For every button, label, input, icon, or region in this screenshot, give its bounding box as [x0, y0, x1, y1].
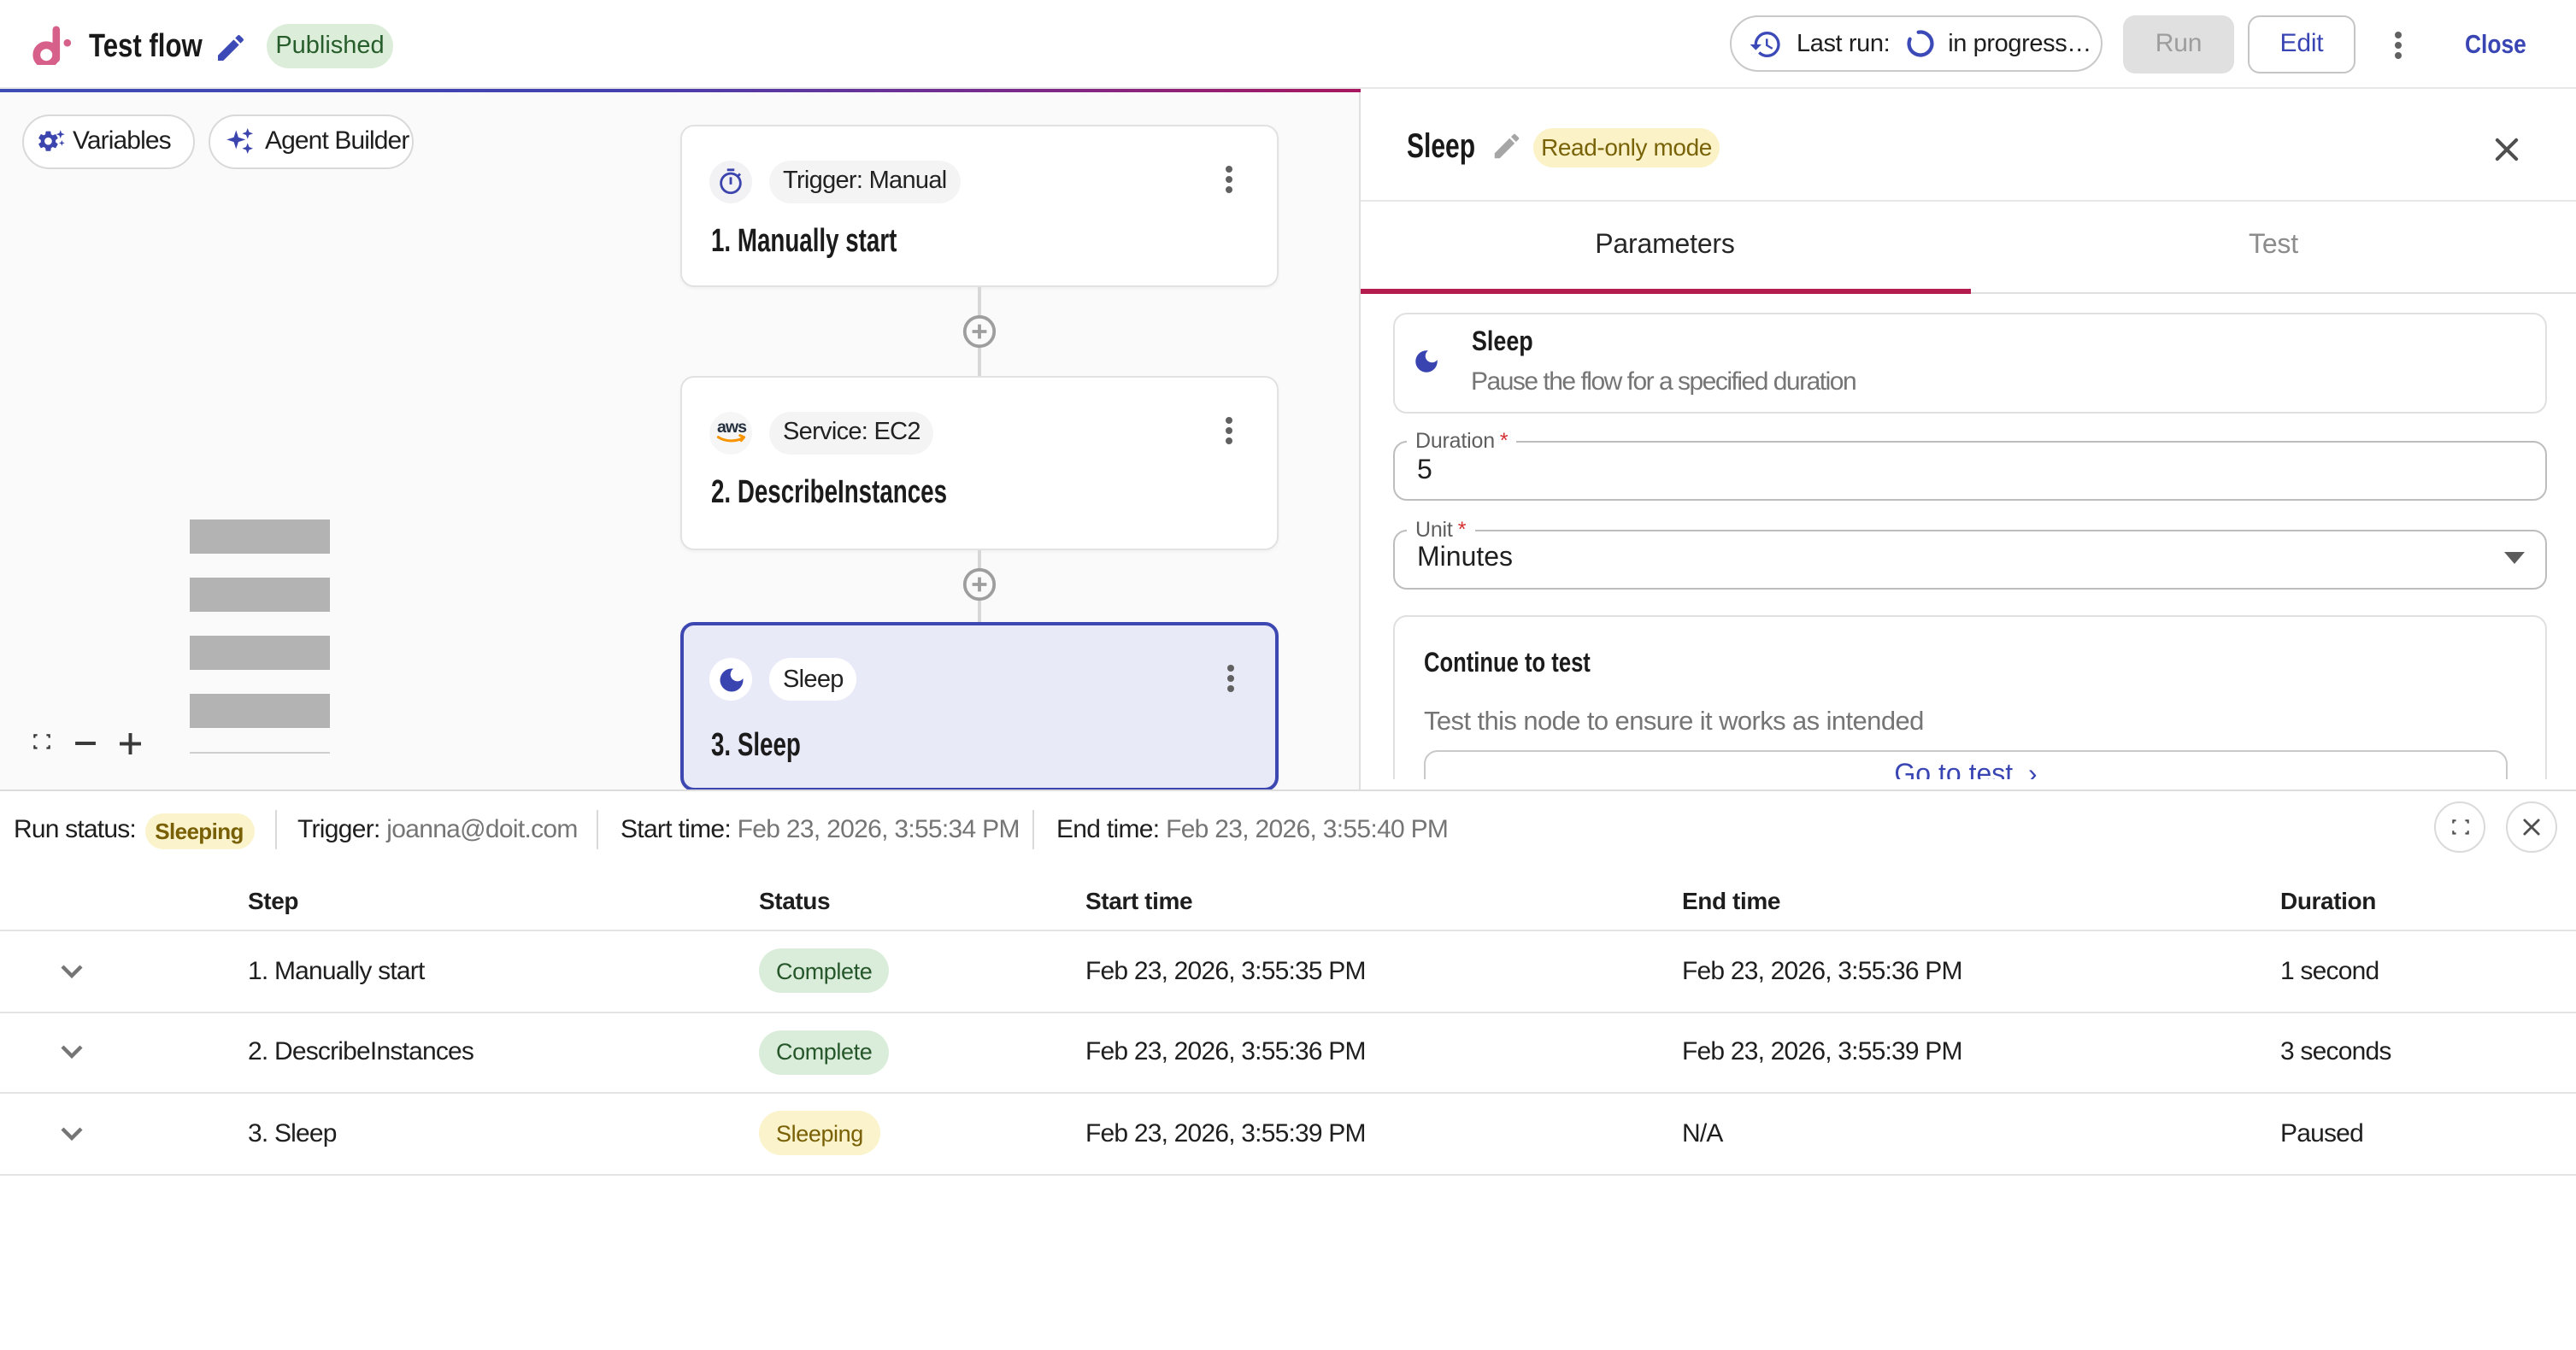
- svg-text:aws: aws: [716, 418, 746, 437]
